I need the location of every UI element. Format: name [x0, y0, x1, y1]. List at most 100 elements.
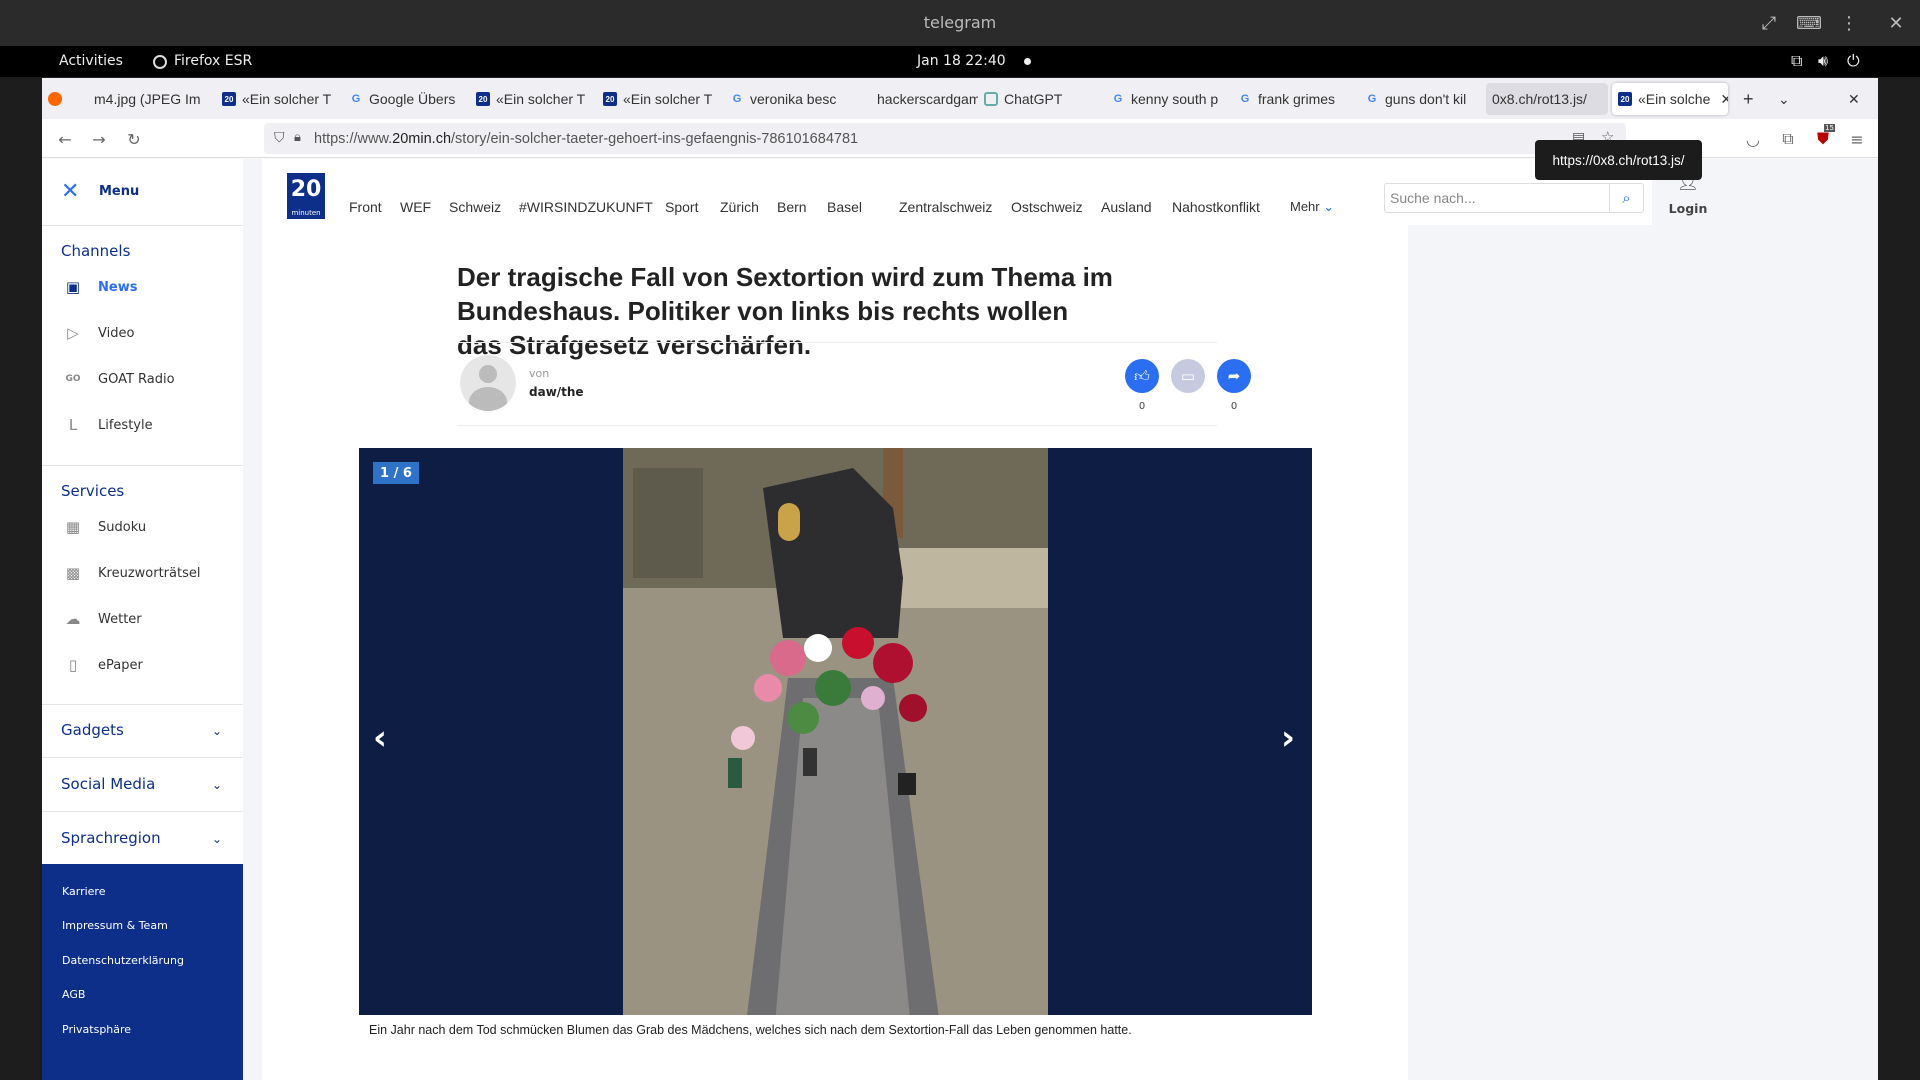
clock[interactable]: Jan 18 22:40 [917, 53, 1006, 69]
forward-icon[interactable]: → [88, 128, 110, 150]
tab-10[interactable]: Gguns don't kil [1359, 83, 1486, 115]
window-close-icon[interactable]: ✕ [1881, 8, 1911, 38]
nav-wef[interactable]: WEF [400, 199, 431, 215]
close-menu-icon[interactable]: ✕ [61, 179, 79, 204]
nav-front[interactable]: Front [349, 199, 382, 215]
nav-schweiz[interactable]: Schweiz [449, 199, 501, 215]
sidebar-item-epaper[interactable]: ▯ ePaper [62, 654, 143, 676]
nav-zentralschweiz[interactable]: Zentralschweiz [899, 199, 992, 215]
gallery-photo[interactable] [623, 448, 1048, 1015]
reload-icon[interactable]: ↻ [123, 128, 145, 150]
author-bar: von daw/the 👍︎ 0 ▭ ➦ 0 [457, 342, 1251, 426]
tab-close-icon[interactable]: ✕ [1720, 91, 1728, 108]
sprachregion-toggle[interactable]: Sprachregion [61, 829, 161, 847]
tab-2[interactable]: G Google Übers [343, 83, 470, 115]
sidebar-item-sudoku[interactable]: ▦ Sudoku [62, 516, 146, 538]
back-icon[interactable]: ← [54, 128, 76, 150]
sidebar-item-video[interactable]: ▷ Video [62, 322, 134, 344]
hamburger-menu-icon[interactable]: ≡ [1846, 128, 1868, 150]
new-tab-button[interactable]: + [1737, 83, 1767, 115]
gallery-next-arrow[interactable]: › [1281, 718, 1295, 758]
firefox-app-icon [153, 55, 167, 69]
window-title: telegram [923, 13, 997, 32]
nav-ausland[interactable]: Ausland [1101, 199, 1152, 215]
nav-zuerich[interactable]: Zürich [720, 199, 759, 215]
window-titlebar: telegram ⤢ ⌨ ⋮ ✕ [0, 0, 1920, 46]
chevron-down-icon[interactable]: ⌄ [212, 724, 222, 738]
tab-list-icon[interactable]: ⌄ [1772, 83, 1802, 115]
tab-1[interactable]: 20 «Ein solcher T [216, 83, 343, 115]
volume-icon[interactable]: 🔊︎ [1818, 51, 1828, 71]
keyboard-icon[interactable]: ⌨ [1794, 8, 1824, 38]
gallery-prev-arrow[interactable]: ‹ [373, 718, 387, 758]
footer-link-karriere[interactable]: Karriere [62, 885, 105, 898]
google-icon: G [732, 93, 742, 105]
comment-button[interactable]: ▭ [1171, 359, 1205, 393]
divider [42, 811, 243, 812]
tab-label: veronika besc [750, 91, 837, 107]
tab-3[interactable]: 20 «Ein solcher T [470, 83, 597, 115]
sudoku-icon: ▦ [65, 518, 81, 536]
pocket-icon[interactable]: ◡ [1742, 128, 1764, 150]
tab-0[interactable]: m4.jpg (JPEG Im [88, 83, 216, 115]
tab-6[interactable]: hackerscardgam [851, 83, 978, 115]
fullscreen-icon[interactable]: ⤢ [1754, 8, 1784, 38]
nav-wirsindzukunft[interactable]: #WIRSINDZUKUNFT [519, 199, 653, 215]
share-button[interactable]: ➦ [1217, 359, 1251, 393]
chevron-down-icon[interactable]: ⌄ [212, 832, 222, 846]
goat-radio-icon: GO [65, 374, 81, 384]
power-icon[interactable]: ⏻ [1847, 51, 1860, 71]
sidebar-item-wetter[interactable]: ☁ Wetter [62, 608, 142, 630]
tab-9[interactable]: Gfrank grimes [1232, 83, 1359, 115]
footer-link-privatsphaere[interactable]: Privatsphäre [62, 1023, 131, 1036]
nav-bern[interactable]: Bern [777, 199, 807, 215]
footer-link-datenschutz[interactable]: Datenschutzerklärung [62, 954, 184, 967]
search-input[interactable]: Suche nach... ⌕ [1384, 183, 1644, 213]
lock-icon[interactable]: 🔒︎ [294, 129, 301, 145]
network-icon[interactable]: ⧉ [1791, 51, 1802, 71]
window-menu-icon[interactable]: ⋮ [1834, 8, 1864, 38]
nav-sport[interactable]: Sport [665, 199, 698, 215]
browser-close-icon[interactable]: ✕ [1842, 83, 1872, 115]
firefox-view-button[interactable] [42, 83, 82, 115]
notification-dot-icon [1024, 58, 1031, 65]
search-icon[interactable]: ⌕ [1609, 184, 1643, 212]
footer-link-agb[interactable]: AGB [62, 988, 85, 1001]
ublock-icon[interactable]: ⛊ 15 [1812, 124, 1835, 150]
login-label[interactable]: Login [1662, 201, 1714, 216]
sidebar-item-label: Lifestyle [98, 417, 153, 433]
nav-basel[interactable]: Basel [827, 199, 862, 215]
tab-11[interactable]: 0x8.ch/rot13.js/ [1486, 83, 1608, 115]
sidebar-item-kreuzwortraetsel[interactable]: ▩ Kreuzworträtsel [62, 562, 201, 584]
footer-link-impressum[interactable]: Impressum & Team [62, 919, 168, 932]
tab-12-active[interactable]: 20 «Ein solche ✕ [1612, 83, 1728, 115]
20min-logo[interactable]: 20 minuten [287, 173, 325, 219]
tab-7[interactable]: ChatGPT [978, 83, 1105, 115]
app-menu[interactable]: Firefox ESR [174, 53, 252, 69]
chevron-down-icon[interactable]: ⌄ [212, 778, 222, 792]
activities-button[interactable]: Activities [59, 53, 123, 69]
sidebar-item-label: Sudoku [98, 519, 147, 535]
nav-ostschweiz[interactable]: Ostschweiz [1011, 199, 1083, 215]
cloud-icon: ☁ [65, 610, 81, 628]
tab-strip: m4.jpg (JPEG Im 20 «Ein solcher T G Google… [42, 78, 1878, 119]
author-name[interactable]: daw/the [529, 385, 584, 399]
like-button[interactable]: 👍︎ [1125, 359, 1159, 393]
gadgets-toggle[interactable]: Gadgets [61, 721, 124, 739]
tab-8[interactable]: Gkenny south p [1105, 83, 1232, 115]
sidebar-item-goat-radio[interactable]: GO GOAT Radio [62, 368, 174, 390]
sidebar-item-news[interactable]: ▣ News [62, 276, 138, 298]
nav-more[interactable]: Mehr ⌄ [1290, 199, 1334, 215]
tab-5[interactable]: Gveronika besc [724, 83, 851, 115]
extensions-icon[interactable]: ⧉ [1777, 128, 1799, 150]
social-media-toggle[interactable]: Social Media [61, 775, 155, 793]
sidebar-item-lifestyle[interactable]: L Lifestyle [62, 414, 153, 436]
url-bar[interactable]: ⛉ 🔒︎ https://www. 20min.ch/story/ein-solc… [264, 123, 1626, 154]
shield-icon[interactable]: ⛉ [274, 129, 285, 146]
firefox-window: m4.jpg (JPEG Im 20 «Ein solcher T G Google… [42, 78, 1878, 1080]
tab-4[interactable]: 20 «Ein solcher T [597, 83, 724, 115]
url-prefix: https://www. [314, 130, 393, 147]
gallery-caption: Ein Jahr nach dem Tod schmücken Blumen d… [369, 1023, 1132, 1037]
menu-label[interactable]: Menu [99, 184, 139, 199]
nav-nahostkonflikt[interactable]: Nahostkonflikt [1172, 199, 1260, 215]
